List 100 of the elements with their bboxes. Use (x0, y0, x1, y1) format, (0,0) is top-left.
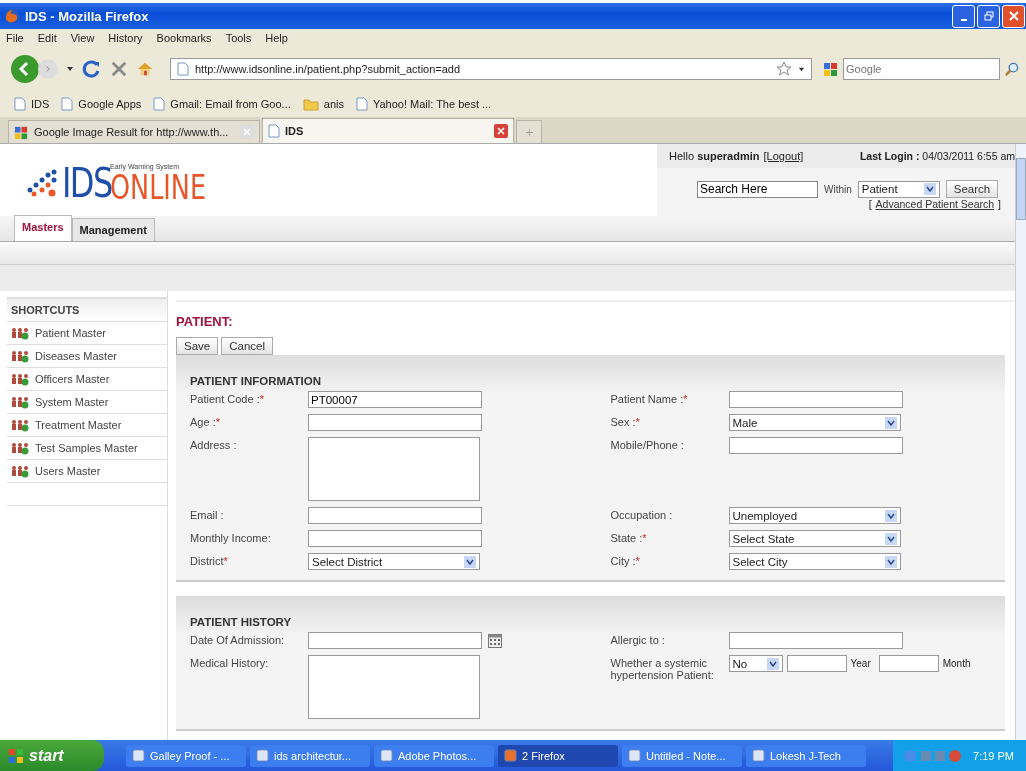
users-icon (11, 464, 29, 478)
restore-button[interactable] (977, 4, 1000, 28)
form-button[interactable]: Cancel (221, 337, 274, 355)
field-label: Monthly Income: (190, 531, 272, 544)
greeting-text: Hello superadmin (669, 150, 760, 162)
taskbar-item[interactable]: ids architectur... (250, 744, 370, 767)
squares-icon (14, 124, 29, 140)
menu-item[interactable]: History (108, 32, 143, 44)
taskbar-item[interactable]: Galley Proof - ... (126, 744, 246, 767)
bookmark-item[interactable]: anis (302, 97, 344, 111)
advanced-search-link[interactable]: Advanced Patient Search (875, 198, 995, 210)
unit-label: Year (850, 658, 871, 669)
sidebar-item[interactable]: System Master (7, 390, 167, 413)
menu-item[interactable]: File (6, 32, 24, 44)
sidebar-item[interactable]: Treatment Master (7, 413, 167, 436)
caret-icon (884, 555, 897, 568)
sidebar-item[interactable]: Test Samples Master (7, 436, 167, 459)
input-field[interactable] (728, 632, 903, 649)
input-field[interactable] (786, 655, 847, 672)
page-icon (268, 124, 280, 138)
search-button[interactable]: Search (945, 180, 999, 198)
stop-icon[interactable] (110, 60, 128, 78)
sidebar-item[interactable]: Officers Master (7, 367, 167, 390)
field-label: Sex :* (610, 415, 641, 428)
sidebar-item[interactable]: Diseases Master (7, 344, 167, 367)
caret-icon (884, 416, 897, 429)
close-button[interactable] (1002, 4, 1025, 28)
minimize-icon (960, 19, 967, 21)
users-icon (11, 441, 29, 455)
browser-tab[interactable]: IDS (262, 118, 514, 143)
bookmark-item[interactable]: IDS (14, 97, 50, 111)
caret-icon (884, 509, 897, 522)
restore-icon (983, 11, 994, 21)
tray-icons-drawing[interactable] (903, 748, 964, 763)
bookmark-item[interactable]: Google Apps (61, 97, 142, 111)
taskbar-item[interactable]: Untitled - Note... (622, 744, 742, 767)
field-label: Medical History: (190, 656, 270, 669)
reload-icon[interactable] (82, 59, 102, 79)
nav-tab[interactable]: Management (71, 218, 155, 241)
input-field[interactable] (728, 437, 903, 454)
search-field[interactable]: Google (843, 58, 1000, 80)
field-label: Email : (190, 508, 225, 521)
bracket-text: ] (998, 198, 1001, 210)
dropdown-caret-icon[interactable] (66, 65, 74, 73)
field-label: Patient Code :* (190, 392, 265, 405)
search-field[interactable]: Search Here (697, 180, 818, 198)
section-title: PATIENT INFORMATION (190, 375, 322, 387)
input-field[interactable] (728, 391, 903, 408)
scope-select[interactable]: Patient (857, 180, 940, 198)
input-field[interactable] (308, 530, 482, 547)
menu-item[interactable]: Help (265, 32, 288, 44)
input-field[interactable] (878, 655, 939, 672)
start-button[interactable]: start (0, 740, 104, 771)
close-tab-icon[interactable] (494, 124, 508, 138)
select-field[interactable]: Select District (308, 553, 480, 570)
page-title: PATIENT: (176, 314, 234, 329)
nav-tab[interactable]: Masters (14, 215, 72, 241)
select-field[interactable]: Select State (728, 530, 901, 547)
new-tab-button[interactable] (516, 120, 542, 143)
logout-link[interactable]: [Logout] (763, 150, 804, 162)
select-field[interactable]: Select City (728, 553, 901, 570)
star-icon[interactable] (776, 61, 792, 77)
bookmark-item[interactable]: Gmail: Email from Goo... (153, 97, 291, 111)
dropdown-caret-icon[interactable] (798, 65, 805, 73)
taskbar-item[interactable]: 2 Firefox (498, 744, 618, 767)
forward-button[interactable] (38, 59, 58, 79)
calendar-icon[interactable] (488, 633, 502, 648)
input-field[interactable] (308, 632, 482, 649)
home-icon[interactable] (136, 60, 154, 78)
taskbar-item[interactable]: Lokesh J-Tech (746, 744, 866, 767)
browser-tab[interactable]: Google Image Result for http://www.th... (8, 120, 260, 143)
textarea-field[interactable] (308, 655, 480, 719)
back-button[interactable] (10, 54, 40, 84)
input-field[interactable] (308, 414, 482, 431)
page-icon (14, 97, 26, 111)
bookmark-item[interactable]: Yahoo! Mail: The best ... (355, 97, 492, 111)
sidebar-item[interactable]: Patient Master (7, 321, 167, 344)
menu-item[interactable]: Tools (225, 32, 252, 44)
select-field[interactable]: No (728, 655, 783, 672)
select-field[interactable]: Unemployed (728, 507, 901, 524)
search-engine-icon[interactable] (823, 61, 839, 77)
select-field[interactable]: Male (728, 414, 901, 431)
window-title: IDS - Mozilla Firefox (25, 8, 149, 24)
search-icon[interactable] (1004, 61, 1019, 77)
form-button[interactable]: Save (176, 337, 219, 355)
sidebar-item[interactable]: Users Master (7, 459, 167, 482)
users-icon (11, 418, 29, 432)
minimize-button[interactable] (952, 4, 975, 28)
address-bar[interactable]: http://www.idsonline.in/patient.php?submit_action=add (170, 58, 812, 80)
taskbar-item[interactable]: Adobe Photos... (374, 744, 494, 767)
field-label: Date Of Admission: (190, 633, 286, 646)
caret-icon (464, 555, 476, 568)
textarea-field[interactable] (308, 437, 480, 501)
menu-item[interactable]: Edit (37, 32, 57, 44)
menu-item[interactable]: View (70, 32, 95, 44)
field-label: Mobile/Phone : (610, 438, 685, 451)
input-field[interactable]: PT00007 (308, 391, 482, 408)
menu-item[interactable]: Bookmarks (156, 32, 212, 44)
input-field[interactable] (308, 507, 482, 524)
windows-flag-icon (8, 747, 24, 764)
